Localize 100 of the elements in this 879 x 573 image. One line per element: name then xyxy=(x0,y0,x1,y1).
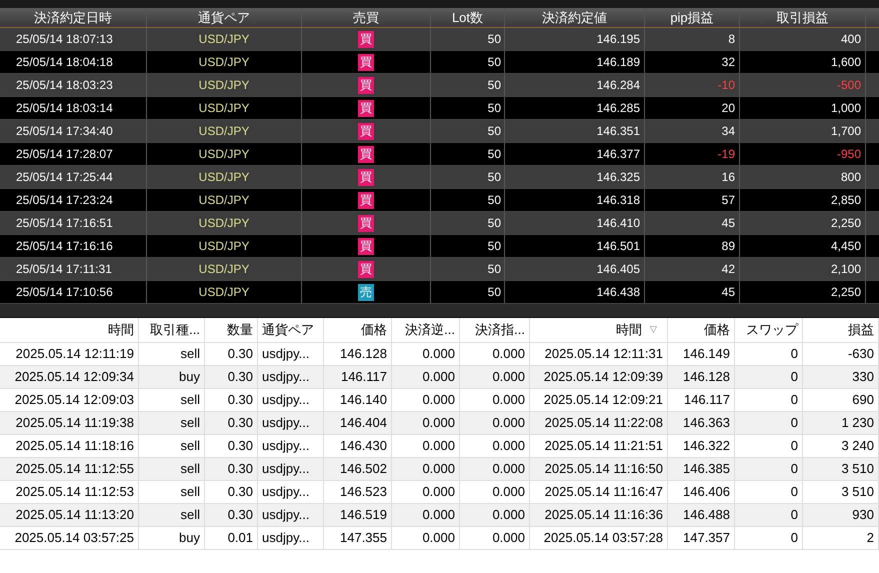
table-cell: usdjpy... xyxy=(258,527,324,549)
table-cell: 45 xyxy=(645,212,740,234)
table-cell: USD/JPY xyxy=(147,212,302,234)
table-cell: 2025.05.14 11:22:08 xyxy=(530,412,668,434)
table-cell: 1 230 xyxy=(803,412,879,434)
table-cell: 146.117 xyxy=(668,389,735,411)
column-header[interactable]: 決済約定日時 xyxy=(0,8,147,27)
column-header[interactable]: 通貨ペア xyxy=(262,320,314,340)
table-cell: 25/05/14 18:03:14 xyxy=(0,97,147,119)
table-cell: 2 xyxy=(803,527,879,549)
table-cell: 146.285 xyxy=(505,97,645,119)
table-cell: 2025.05.14 11:21:51 xyxy=(530,435,668,457)
column-header[interactable]: 売買 xyxy=(302,8,431,27)
table-cell: 1,000 xyxy=(740,97,866,119)
table-cell: 0.30 xyxy=(205,481,258,503)
column-header[interactable]: 価格 xyxy=(361,320,387,340)
column-header[interactable]: 決済約定値 xyxy=(505,8,645,27)
table-cell: 2025.05.14 11:12:53 xyxy=(0,481,139,503)
table-cell: 3 510 xyxy=(803,481,879,503)
table-cell: 2025.05.14 12:09:21 xyxy=(530,389,668,411)
column-header[interactable]: Lot数 xyxy=(431,8,505,27)
column-header[interactable]: 決済指... xyxy=(475,320,525,340)
table-cell: 0.30 xyxy=(205,504,258,526)
table-cell: 0.000 xyxy=(392,343,460,365)
table-cell: 34 xyxy=(645,120,740,142)
table-cell: 50 xyxy=(431,97,505,119)
table-cell: 146.117 xyxy=(324,366,392,388)
table-cell: usdjpy... xyxy=(258,481,324,503)
column-header[interactable]: 決済逆... xyxy=(405,320,455,340)
table-cell: sell xyxy=(139,412,205,434)
column-header[interactable]: 数量 xyxy=(227,320,253,340)
table-cell: buy xyxy=(139,366,205,388)
side-badge: 買 xyxy=(358,260,374,278)
table-cell: sell xyxy=(139,343,205,365)
table-cell: 2,100 xyxy=(740,258,866,280)
column-header[interactable]: スワップ xyxy=(746,320,798,340)
table-cell: 0.30 xyxy=(205,389,258,411)
table-cell: 89 xyxy=(645,235,740,257)
table-cell: 0.30 xyxy=(205,412,258,434)
table-cell: 25/05/14 18:03:23 xyxy=(0,74,147,96)
column-header[interactable]: 価格 xyxy=(704,320,730,340)
table-cell: 50 xyxy=(431,212,505,234)
table-cell: 0.000 xyxy=(392,366,460,388)
table-cell: 0.000 xyxy=(460,435,530,457)
table-cell: 2,250 xyxy=(740,281,866,303)
table-cell: 50 xyxy=(431,235,505,257)
column-header[interactable]: 通貨ペア xyxy=(147,8,302,27)
column-header[interactable]: 時間 xyxy=(108,320,134,340)
table-cell: USD/JPY xyxy=(147,143,302,165)
table-cell: 146.149 xyxy=(668,343,735,365)
table-cell: 330 xyxy=(803,366,879,388)
column-header[interactable]: 取引損益 xyxy=(740,8,866,27)
table-cell: 20 xyxy=(645,97,740,119)
side-badge: 買 xyxy=(358,238,374,254)
table-cell: 25/05/14 17:16:16 xyxy=(0,235,147,257)
column-header[interactable]: 時間 xyxy=(616,320,642,340)
table-cell: 2025.05.14 12:09:03 xyxy=(0,389,139,411)
table-cell: 146.385 xyxy=(668,458,735,480)
table-cell: 50 xyxy=(431,258,505,280)
table-cell: 0.000 xyxy=(460,343,530,365)
table-cell: 146.404 xyxy=(324,412,392,434)
table-cell: 146.128 xyxy=(668,366,735,388)
table-cell: sell xyxy=(139,435,205,457)
table-cell: 25/05/14 17:10:56 xyxy=(0,281,147,303)
table-cell: 0.01 xyxy=(205,527,258,549)
table-cell: 0.000 xyxy=(460,458,530,480)
table-cell: 0.30 xyxy=(205,435,258,457)
table-cell: 146.405 xyxy=(505,258,645,280)
table-cell: 1,600 xyxy=(740,51,866,73)
table-cell: 25/05/14 17:16:51 xyxy=(0,212,147,234)
table-cell: 2025.05.14 12:11:19 xyxy=(0,343,139,365)
table-cell: 0.000 xyxy=(392,435,460,457)
table-cell: USD/JPY xyxy=(147,28,302,50)
table-cell: 0 xyxy=(735,366,803,388)
table-cell: 4,450 xyxy=(740,235,866,257)
table-cell: 146.325 xyxy=(505,166,645,188)
table-cell: 2025.05.14 11:13:20 xyxy=(0,504,139,526)
column-header[interactable]: pip損益 xyxy=(645,8,740,27)
table-cell: 146.519 xyxy=(324,504,392,526)
table-cell: 146.140 xyxy=(324,389,392,411)
table-cell: USD/JPY xyxy=(147,258,302,280)
side-badge: 買 xyxy=(358,100,374,116)
sort-icon[interactable]: ▽ xyxy=(650,323,663,337)
table-cell: buy xyxy=(139,527,205,549)
table-cell: 146.377 xyxy=(505,143,645,165)
table-cell: sell xyxy=(139,458,205,480)
table-cell: 50 xyxy=(431,281,505,303)
table-cell: 0.000 xyxy=(460,366,530,388)
table-cell: USD/JPY xyxy=(147,51,302,73)
table-cell: 1,700 xyxy=(740,120,866,142)
column-header[interactable]: 取引種... xyxy=(150,320,200,340)
table-cell: 0 xyxy=(735,412,803,434)
table-cell: 50 xyxy=(431,120,505,142)
column-header[interactable]: 損益 xyxy=(848,320,874,340)
table-cell: 2025.05.14 12:11:31 xyxy=(530,343,668,365)
table-cell: 400 xyxy=(740,28,866,50)
table-cell: 2025.05.14 11:12:55 xyxy=(0,458,139,480)
table-cell: 0.000 xyxy=(392,458,460,480)
table-cell: 146.128 xyxy=(324,343,392,365)
table-cell: 2025.05.14 11:16:50 xyxy=(530,458,668,480)
